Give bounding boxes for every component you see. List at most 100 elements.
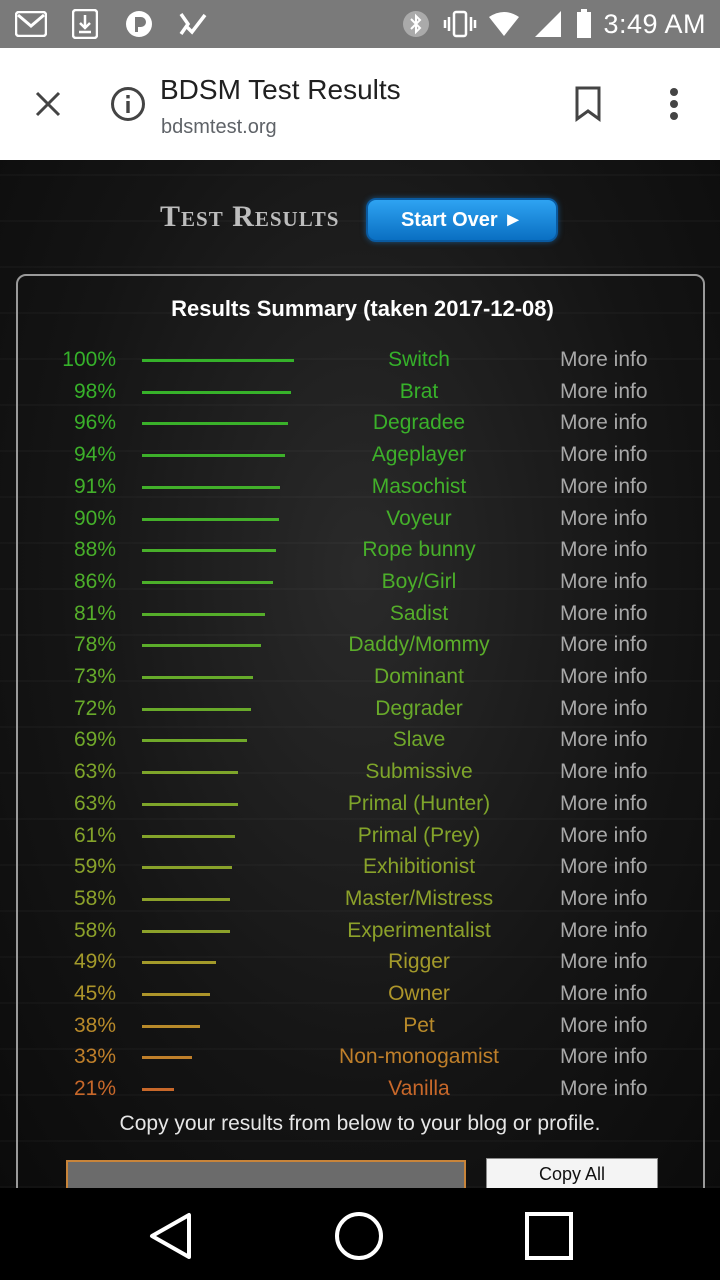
results-textarea[interactable] — [66, 1160, 466, 1188]
result-bar — [142, 549, 276, 553]
result-label[interactable]: Pet — [288, 1014, 550, 1038]
info-icon[interactable] — [108, 84, 148, 124]
result-label[interactable]: Boy/Girl — [288, 570, 550, 594]
result-percent: 69% — [73, 728, 116, 752]
result-percent: 49% — [73, 950, 116, 974]
home-icon[interactable] — [331, 1208, 387, 1264]
result-bar — [142, 866, 232, 870]
result-label[interactable]: Daddy/Mommy — [288, 633, 550, 657]
result-label[interactable]: Rigger — [288, 950, 550, 974]
result-label[interactable]: Vanilla — [288, 1077, 550, 1101]
result-bar — [142, 802, 238, 806]
result-percent: 63% — [73, 791, 116, 815]
more-info-link[interactable]: More info — [560, 760, 648, 784]
result-bar — [142, 707, 251, 711]
more-info-link[interactable]: More info — [560, 1014, 648, 1038]
result-percent: 86% — [73, 569, 116, 593]
result-bar — [142, 961, 216, 965]
result-label[interactable]: Slave — [288, 728, 550, 752]
result-row: 86% Boy/Girl More info — [18, 568, 707, 600]
result-bar — [142, 644, 261, 648]
system-icons: 3:49 AM — [399, 8, 706, 40]
result-label[interactable]: Primal (Prey) — [288, 824, 550, 848]
result-bar — [142, 485, 280, 489]
result-label[interactable]: Degradee — [288, 411, 550, 435]
result-label[interactable]: Owner — [288, 982, 550, 1006]
result-percent: 91% — [73, 474, 116, 498]
recents-icon[interactable] — [521, 1208, 577, 1264]
result-row: 61% Primal (Prey) More info — [18, 822, 707, 854]
result-label[interactable]: Master/Mistress — [288, 887, 550, 911]
overflow-menu-icon[interactable] — [656, 82, 692, 126]
result-label[interactable]: Rope bunny — [288, 538, 550, 562]
more-info-link[interactable]: More info — [560, 1077, 648, 1101]
more-info-link[interactable]: More info — [560, 443, 648, 467]
more-info-link[interactable]: More info — [560, 665, 648, 689]
more-info-link[interactable]: More info — [560, 950, 648, 974]
result-label[interactable]: Ageplayer — [288, 443, 550, 467]
more-info-link[interactable]: More info — [560, 982, 648, 1006]
copy-all-button[interactable]: Copy All — [486, 1158, 658, 1188]
more-info-link[interactable]: More info — [560, 380, 648, 404]
result-label[interactable]: Experimentalist — [288, 919, 550, 943]
close-icon[interactable] — [28, 84, 68, 124]
more-info-link[interactable]: More info — [560, 1045, 648, 1069]
result-label[interactable]: Primal (Hunter) — [288, 792, 550, 816]
more-info-link[interactable]: More info — [560, 538, 648, 562]
result-row: 88% Rope bunny More info — [18, 536, 707, 568]
result-bar — [142, 929, 230, 933]
result-label[interactable]: Masochist — [288, 475, 550, 499]
more-info-link[interactable]: More info — [560, 792, 648, 816]
result-row: 63% Primal (Hunter) More info — [18, 790, 707, 822]
result-percent: 88% — [73, 538, 116, 562]
result-percent: 38% — [73, 1013, 116, 1037]
more-info-link[interactable]: More info — [560, 475, 648, 499]
result-label[interactable]: Switch — [288, 348, 550, 372]
status-bar: 3:49 AM — [0, 0, 720, 48]
result-row: 73% Dominant More info — [18, 663, 707, 695]
result-bar — [142, 612, 265, 616]
result-percent: 78% — [73, 633, 116, 657]
results-header: Test Results Start Over ► — [0, 198, 720, 248]
more-info-link[interactable]: More info — [560, 728, 648, 752]
result-bar — [142, 454, 285, 458]
more-info-link[interactable]: More info — [560, 697, 648, 721]
result-label[interactable]: Voyeur — [288, 507, 550, 531]
result-bar — [142, 676, 253, 679]
more-info-link[interactable]: More info — [560, 824, 648, 848]
more-info-link[interactable]: More info — [560, 348, 648, 372]
back-icon[interactable] — [142, 1208, 198, 1264]
more-info-link[interactable]: More info — [560, 411, 648, 435]
wifi-icon — [487, 8, 521, 40]
result-bar — [142, 993, 210, 996]
more-info-link[interactable]: More info — [560, 602, 648, 626]
result-label[interactable]: Non-monogamist — [288, 1045, 550, 1069]
more-info-link[interactable]: More info — [560, 570, 648, 594]
result-row: 58% Experimentalist More info — [18, 917, 707, 949]
notification-icons — [14, 8, 210, 40]
bookmark-icon[interactable] — [568, 82, 608, 126]
result-row: 63% Submissive More info — [18, 758, 707, 790]
result-bar — [142, 390, 291, 394]
result-bar — [142, 1056, 192, 1060]
result-label[interactable]: Brat — [288, 380, 550, 404]
result-percent: 58% — [73, 886, 116, 910]
more-info-link[interactable]: More info — [560, 633, 648, 657]
more-info-link[interactable]: More info — [560, 855, 648, 879]
page-url: bdsmtest.org — [161, 116, 277, 138]
result-bar — [142, 739, 247, 743]
more-info-link[interactable]: More info — [560, 919, 648, 943]
vibrate-icon — [443, 8, 477, 40]
result-label[interactable]: Exhibitionist — [288, 855, 550, 879]
more-info-link[interactable]: More info — [560, 887, 648, 911]
result-row: 33% Non-monogamist More info — [18, 1043, 707, 1075]
result-label[interactable]: Sadist — [288, 602, 550, 626]
start-over-button[interactable]: Start Over ► — [366, 198, 558, 242]
copy-instructions: Copy your results from below to your blo… — [119, 1112, 601, 1135]
result-label[interactable]: Degrader — [288, 697, 550, 721]
result-percent: 72% — [73, 696, 116, 720]
result-label[interactable]: Submissive — [288, 760, 550, 784]
result-label[interactable]: Dominant — [288, 665, 550, 689]
more-info-link[interactable]: More info — [560, 507, 648, 531]
result-row: 98% Brat More info — [18, 378, 707, 410]
